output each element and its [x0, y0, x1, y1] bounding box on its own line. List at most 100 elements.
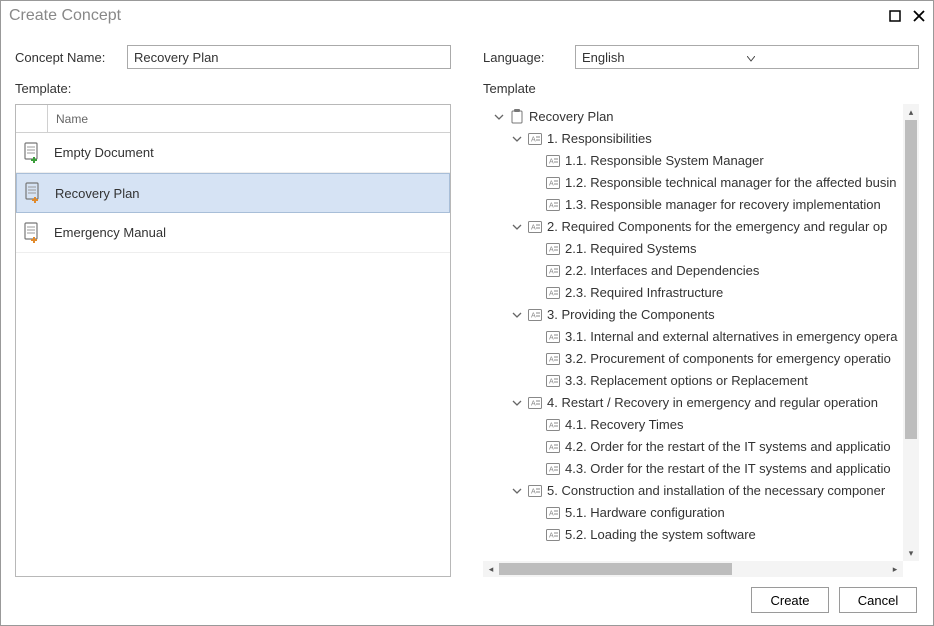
- svg-text:A: A: [549, 335, 554, 342]
- tree-item-node[interactable]: A 2.3. Required Infrastructure: [493, 282, 903, 304]
- scroll-down-icon[interactable]: ▾: [903, 545, 919, 561]
- svg-text:A: A: [531, 489, 536, 496]
- svg-text:A: A: [549, 445, 554, 452]
- concept-name-label: Concept Name:: [15, 50, 115, 65]
- template-list-item[interactable]: Recovery Plan: [16, 173, 450, 213]
- svg-text:A: A: [531, 313, 536, 320]
- tree-item-node[interactable]: A3.3. Replacement options or Replacement: [493, 370, 903, 392]
- tree-node-label: 5.2. Loading the system software: [565, 524, 756, 546]
- item-icon: A: [545, 441, 561, 453]
- svg-text:A: A: [549, 533, 554, 540]
- section-icon: A: [527, 221, 543, 233]
- create-button[interactable]: Create: [751, 587, 829, 613]
- svg-text:A: A: [549, 291, 554, 298]
- scroll-left-icon[interactable]: ◂: [483, 561, 499, 577]
- tree-item-node[interactable]: A 2.1. Required Systems: [493, 238, 903, 260]
- tree-node-label: 3.1. Internal and external alternatives …: [565, 326, 897, 348]
- expand-icon[interactable]: [511, 222, 523, 232]
- vertical-scrollbar[interactable]: ▴ ▾: [903, 104, 919, 561]
- horizontal-scrollbar[interactable]: ◂ ▸: [483, 561, 903, 577]
- tree-item-node[interactable]: A4.1. Recovery Times: [493, 414, 903, 436]
- tree-node-label: 4.3. Order for the restart of the IT sys…: [565, 458, 891, 480]
- tree-item-node[interactable]: A 1.1. Responsible System Manager: [493, 150, 903, 172]
- section-icon: A: [527, 397, 543, 409]
- item-icon: A: [545, 177, 561, 189]
- tree-node-label: 4.2. Order for the restart of the IT sys…: [565, 436, 891, 458]
- tree-node-label: Recovery Plan: [529, 106, 614, 128]
- template-item-label: Empty Document: [48, 145, 154, 160]
- create-concept-dialog: Create Concept Concept Name: Language: E…: [0, 0, 934, 626]
- tree-item-node[interactable]: A2.2. Interfaces and Dependencies: [493, 260, 903, 282]
- tree-section-node[interactable]: A3. Providing the Components: [493, 304, 903, 326]
- maximize-icon[interactable]: [889, 10, 901, 22]
- svg-text:A: A: [549, 423, 554, 430]
- expand-icon[interactable]: [511, 134, 523, 144]
- svg-text:A: A: [531, 225, 536, 232]
- svg-text:A: A: [549, 247, 554, 254]
- svg-text:A: A: [549, 159, 554, 166]
- tree-node-label: 1.3. Responsible manager for recovery im…: [565, 194, 881, 216]
- chevron-down-icon: [747, 50, 912, 65]
- template-item-label: Recovery Plan: [49, 186, 140, 201]
- document-icon: [16, 222, 48, 244]
- item-icon: A: [545, 353, 561, 365]
- item-icon: A: [545, 375, 561, 387]
- cancel-button[interactable]: Cancel: [839, 587, 917, 613]
- item-icon: A: [545, 419, 561, 431]
- tree-node-label: 1.1. Responsible System Manager: [565, 150, 764, 172]
- tree-node-label: 1.2. Responsible technical manager for t…: [565, 172, 896, 194]
- template-right-label: Template: [483, 81, 919, 96]
- scroll-up-icon[interactable]: ▴: [903, 104, 919, 120]
- template-item-label: Emergency Manual: [48, 225, 166, 240]
- section-icon: A: [527, 133, 543, 145]
- tree-section-node[interactable]: A 4. Restart / Recovery in emergency and …: [493, 392, 903, 414]
- tree-node-label: 2.3. Required Infrastructure: [565, 282, 723, 304]
- svg-text:A: A: [549, 379, 554, 386]
- tree-item-node[interactable]: A 5.2. Loading the system software: [493, 524, 903, 546]
- close-icon[interactable]: [913, 10, 925, 22]
- section-icon: A: [527, 309, 543, 321]
- expand-icon[interactable]: [493, 112, 505, 122]
- tree-section-node[interactable]: A1. Responsibilities: [493, 128, 903, 150]
- document-icon: [16, 142, 48, 164]
- svg-text:A: A: [549, 181, 554, 188]
- scroll-right-icon[interactable]: ▸: [887, 561, 903, 577]
- language-select[interactable]: English: [575, 45, 919, 69]
- tree-item-node[interactable]: A 4.2. Order for the restart of the IT sy…: [493, 436, 903, 458]
- template-left-label: Template:: [15, 81, 451, 96]
- template-tree-panel: Recovery PlanA1. ResponsibilitiesA1.1. R…: [483, 104, 919, 577]
- tree-section-node[interactable]: A 5. Construction and installation of the…: [493, 480, 903, 502]
- expand-icon[interactable]: [511, 486, 523, 496]
- window-title: Create Concept: [9, 7, 889, 25]
- item-icon: A: [545, 243, 561, 255]
- item-icon: A: [545, 265, 561, 277]
- item-icon: A: [545, 155, 561, 167]
- tree-node-label: 4. Restart / Recovery in emergency and r…: [547, 392, 878, 414]
- tree-section-node[interactable]: A2. Required Components for the emergenc…: [493, 216, 903, 238]
- template-list-header: Name: [16, 105, 450, 133]
- tree-item-node[interactable]: A 3.1. Internal and external alternatives…: [493, 326, 903, 348]
- tree-node-label: 5. Construction and installation of the …: [547, 480, 885, 502]
- svg-text:A: A: [549, 203, 554, 210]
- tree-node-label: 5.1. Hardware configuration: [565, 502, 725, 524]
- tree-item-node[interactable]: A 1.2. Responsible technical manager for …: [493, 172, 903, 194]
- tree-node-label: 2.1. Required Systems: [565, 238, 697, 260]
- language-label: Language:: [483, 50, 563, 65]
- section-icon: A: [527, 485, 543, 497]
- tree-item-node[interactable]: A 3.2. Procurement of components for emer…: [493, 348, 903, 370]
- scrollbar-thumb[interactable]: [499, 563, 732, 575]
- tree-item-node[interactable]: A4.3. Order for the restart of the IT sy…: [493, 458, 903, 480]
- template-list-item[interactable]: Empty Document: [16, 133, 450, 173]
- expand-icon[interactable]: [511, 310, 523, 320]
- template-list-item[interactable]: Emergency Manual: [16, 213, 450, 253]
- tree-root-node[interactable]: Recovery Plan: [493, 106, 903, 128]
- concept-name-input[interactable]: [127, 45, 451, 69]
- tree-item-node[interactable]: A5.1. Hardware configuration: [493, 502, 903, 524]
- language-select-value: English: [582, 50, 747, 65]
- expand-icon[interactable]: [511, 398, 523, 408]
- window-controls: [889, 10, 925, 22]
- tree-item-node[interactable]: A 1.3. Responsible manager for recovery i…: [493, 194, 903, 216]
- tree-node-label: 3.2. Procurement of components for emerg…: [565, 348, 891, 370]
- scrollbar-thumb[interactable]: [905, 120, 917, 439]
- titlebar: Create Concept: [1, 1, 933, 31]
